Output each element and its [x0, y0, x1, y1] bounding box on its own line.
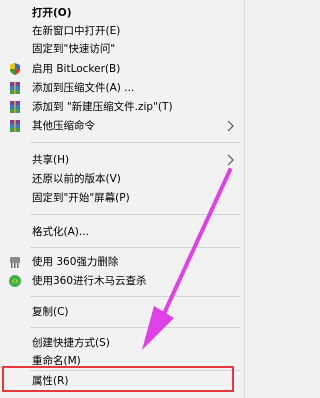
context-menu: 打开(O) 在新窗口中打开(E) 固定到"快速访问" 启用 BitLocker(…: [0, 0, 245, 398]
menu-item-label: 还原以前的版本(V): [32, 173, 121, 185]
menu-separator: [30, 214, 240, 215]
winrar-icon: [10, 101, 20, 113]
menu-item-label: 在新窗口中打开(E): [32, 25, 121, 37]
menu-item-pin-quick-access[interactable]: 固定到"快速访问": [0, 40, 245, 58]
menu-separator: [30, 142, 240, 143]
menu-separator: [30, 247, 240, 248]
menu-item-add-zip[interactable]: 添加到 "新建压缩文件.zip"(T): [0, 98, 245, 116]
menu-separator: [30, 327, 240, 328]
shield-icon: [10, 63, 20, 75]
menu-item-label: 复制(C): [32, 306, 69, 318]
menu-item-label: 格式化(A)...: [32, 226, 89, 238]
menu-item-label: 使用360进行木马云查杀: [32, 275, 147, 287]
menu-item-create-shortcut[interactable]: 创建快捷方式(S): [0, 334, 245, 352]
menu-item-restore-versions[interactable]: 还原以前的版本(V): [0, 170, 245, 188]
menu-item-label: 固定到"快速访问": [32, 43, 116, 55]
menu-item-label: 固定到"开始"屏幕(P): [32, 192, 130, 204]
menu-item-add-archive[interactable]: 添加到压缩文件(A) ...: [0, 79, 245, 97]
menu-item-format[interactable]: 格式化(A)...: [0, 223, 245, 241]
menu-item-label: 打开(O): [32, 7, 72, 19]
menu-item-copy[interactable]: 复制(C): [0, 303, 245, 321]
menu-item-label: 创建快捷方式(S): [32, 337, 110, 349]
chevron-right-icon: [227, 120, 234, 132]
winrar-icon: [10, 82, 20, 94]
menu-item-share[interactable]: 共享(H): [0, 151, 245, 169]
menu-item-label: 其他压缩命令: [32, 120, 95, 132]
menu-item-label: 使用 360强力删除: [32, 256, 119, 268]
properties-highlight-box: [2, 366, 234, 392]
menu-item-label: 启用 BitLocker(B): [32, 63, 121, 75]
menu-item-360-force-delete[interactable]: 使用 360强力删除: [0, 253, 245, 271]
menu-item-open-new-window[interactable]: 在新窗口中打开(E): [0, 22, 245, 40]
menu-item-360-trojan-scan[interactable]: 使用360进行木马云查杀: [0, 272, 245, 290]
360-icon: [9, 275, 21, 287]
menu-item-other-compress[interactable]: 其他压缩命令: [0, 117, 245, 135]
menu-item-label: 添加到 "新建压缩文件.zip"(T): [32, 101, 173, 113]
menu-item-pin-start[interactable]: 固定到"开始"屏幕(P): [0, 189, 245, 207]
menu-item-bitlocker[interactable]: 启用 BitLocker(B): [0, 60, 245, 78]
menu-separator: [30, 296, 240, 297]
menu-item-label: 共享(H): [32, 154, 70, 166]
chevron-right-icon: [227, 154, 234, 166]
menu-item-open[interactable]: 打开(O): [0, 4, 245, 22]
winrar-icon: [10, 120, 20, 132]
menu-item-label: 添加到压缩文件(A) ...: [32, 82, 135, 94]
shredder-icon: [10, 257, 20, 268]
